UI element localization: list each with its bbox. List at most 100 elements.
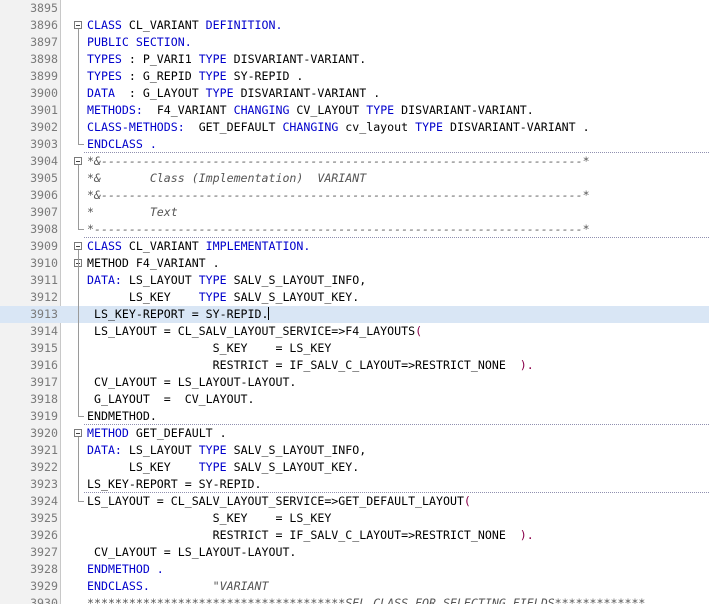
code-line[interactable]: 3918 G_LAYOUT = CV_LAYOUT.: [0, 391, 709, 408]
code-line-current[interactable]: 3913 LS_KEY-REPORT = SY-REPID.: [0, 306, 709, 323]
code-line[interactable]: 3906 *&----------------------------------…: [0, 187, 709, 204]
code-token: LS_LAYOUT: [128, 273, 199, 287]
code-line[interactable]: 3928 ENDMETHOD .: [0, 561, 709, 578]
code-line[interactable]: 3916 RESTRICT = IF_SALV_C_LAYOUT=>RESTRI…: [0, 357, 709, 374]
line-number: 3913: [30, 307, 58, 321]
code-line[interactable]: 3912 LS_KEY TYPE SALV_S_LAYOUT_KEY.: [0, 289, 709, 306]
code-line[interactable]: 3922 LS_KEY TYPE SALV_S_LAYOUT_KEY.: [0, 459, 709, 476]
code-text[interactable]: ENDMETHOD.: [87, 408, 157, 425]
code-line[interactable]: 3905 *& Class (Implementation) VARIANT: [0, 170, 709, 187]
code-text[interactable]: RESTRICT = IF_SALV_C_LAYOUT=>RESTRICT_NO…: [87, 357, 534, 374]
code-line[interactable]: 3920 METHOD GET_DEFAULT .: [0, 425, 709, 442]
code-line[interactable]: 3901 METHODS: F4_VARIANT CHANGING CV_LAYO…: [0, 102, 709, 119]
code-text[interactable]: PUBLIC SECTION.: [87, 34, 192, 51]
code-token: LS_KEY: [87, 290, 199, 304]
code-text[interactable]: * Text: [87, 204, 178, 221]
code-line[interactable]: 3900 DATA : G_LAYOUT TYPE DISVARIANT-VARI…: [0, 85, 709, 102]
code-text[interactable]: LS_KEY-REPORT = SY-REPID.: [87, 476, 262, 493]
code-text[interactable]: CV_LAYOUT = LS_LAYOUT-LAYOUT.: [87, 544, 296, 561]
code-text[interactable]: ENDCLASS .: [87, 136, 157, 153]
code-text[interactable]: S_KEY = LS_KEY: [87, 510, 332, 527]
fold-guide: [78, 29, 79, 144]
code-line[interactable]: 3896 CLASS CL_VARIANT DEFINITION.: [0, 17, 709, 34]
code-line[interactable]: 3897 PUBLIC SECTION.: [0, 34, 709, 51]
code-line[interactable]: 3927 CV_LAYOUT = LS_LAYOUT-LAYOUT.: [0, 544, 709, 561]
code-text[interactable]: CLASS-METHODS: GET_DEFAULT CHANGING cv_l…: [87, 119, 590, 136]
comment-token: *---------------------------------------…: [87, 222, 590, 236]
line-number: 3902: [30, 120, 58, 134]
code-token: ENDMETHOD.: [87, 409, 157, 423]
comment-token: *&--------------------------------------…: [87, 188, 590, 202]
code-line[interactable]: 3929 ENDCLASS. "VARIANT: [0, 578, 709, 595]
code-line[interactable]: 3898 TYPES : P_VARI1 TYPE DISVARIANT-VARI…: [0, 51, 709, 68]
code-text[interactable]: CLASS CL_VARIANT IMPLEMENTATION.: [87, 238, 310, 255]
fold-guide-end: [78, 501, 84, 502]
code-line[interactable]: 3909 CLASS CL_VARIANT IMPLEMENTATION.: [0, 238, 709, 255]
code-text[interactable]: ENDMETHOD .: [87, 561, 164, 578]
code-line[interactable]: 3903 ENDCLASS .: [0, 136, 709, 153]
fold-minus-icon[interactable]: [74, 429, 82, 437]
code-line[interactable]: 3902 CLASS-METHODS: GET_DEFAULT CHANGING …: [0, 119, 709, 136]
code-line[interactable]: 3910 METHOD F4_VARIANT .: [0, 255, 709, 272]
code-line[interactable]: 3911 DATA: LS_LAYOUT TYPE SALV_S_LAYOUT_I…: [0, 272, 709, 289]
comment-token: * Text: [87, 205, 178, 219]
code-line[interactable]: 3921 DATA: LS_LAYOUT TYPE SALV_S_LAYOUT_I…: [0, 442, 709, 459]
keyword-token: TYPE: [198, 273, 234, 287]
code-text[interactable]: DATA : G_LAYOUT TYPE DISVARIANT-VARIANT …: [87, 85, 380, 102]
block-separator: [84, 152, 709, 153]
code-token: SALV_S_LAYOUT_KEY.: [233, 290, 360, 304]
code-text[interactable]: METHODS: F4_VARIANT CHANGING CV_LAYOUT T…: [87, 102, 534, 119]
code-token: CL_VARIANT: [128, 18, 206, 32]
fold-minus-icon[interactable]: [74, 242, 82, 250]
code-line[interactable]: 3908 *-----------------------------------…: [0, 221, 709, 238]
code-text[interactable]: *& Class (Implementation) VARIANT: [87, 170, 366, 187]
code-line[interactable]: 3925 S_KEY = LS_KEY: [0, 510, 709, 527]
code-text[interactable]: CV_LAYOUT = LS_LAYOUT-LAYOUT.: [87, 374, 296, 391]
code-text[interactable]: DATA: LS_LAYOUT TYPE SALV_S_LAYOUT_INFO,: [87, 442, 366, 459]
line-number: 3911: [30, 273, 58, 287]
code-line[interactable]: 3924 LS_LAYOUT = CL_SALV_LAYOUT_SERVICE=>…: [0, 493, 709, 510]
line-number: 3905: [30, 171, 58, 185]
code-text[interactable]: TYPES : P_VARI1 TYPE DISVARIANT-VARIANT.: [87, 51, 366, 68]
code-text[interactable]: *---------------------------------------…: [87, 221, 590, 238]
keyword-token: ENDCLASS.: [87, 579, 213, 593]
code-line[interactable]: 3919 ENDMETHOD.: [0, 408, 709, 425]
code-line[interactable]: 3917 CV_LAYOUT = LS_LAYOUT-LAYOUT.: [0, 374, 709, 391]
code-text[interactable]: *&--------------------------------------…: [87, 153, 590, 170]
line-number: 3920: [30, 426, 58, 440]
code-text[interactable]: CLASS CL_VARIANT DEFINITION.: [87, 17, 282, 34]
code-line[interactable]: 3904 *&----------------------------------…: [0, 153, 709, 170]
code-text[interactable]: *&--------------------------------------…: [87, 187, 590, 204]
code-line[interactable]: 3923 LS_KEY-REPORT = SY-REPID.: [0, 476, 709, 493]
code-line[interactable]: 3907 * Text: [0, 204, 709, 221]
line-number: 3921: [30, 443, 58, 457]
code-text[interactable]: METHOD F4_VARIANT .: [87, 255, 220, 272]
code-line[interactable]: 3930 ************************************…: [0, 595, 709, 604]
code-text[interactable]: *************************************SEL…: [87, 595, 645, 604]
code-line[interactable]: 3899 TYPES : G_REPID TYPE SY-REPID .: [0, 68, 709, 85]
code-text[interactable]: RESTRICT = IF_SALV_C_LAYOUT=>RESTRICT_NO…: [87, 527, 534, 544]
code-text[interactable]: G_LAYOUT = CV_LAYOUT.: [87, 391, 255, 408]
keyword-token: METHODS:: [87, 103, 157, 117]
code-text[interactable]: LS_KEY-REPORT = SY-REPID.: [87, 306, 270, 323]
code-text[interactable]: LS_KEY TYPE SALV_S_LAYOUT_KEY.: [87, 459, 359, 476]
keyword-token: CLASS: [87, 18, 129, 32]
code-text[interactable]: LS_LAYOUT = CL_SALV_LAYOUT_SERVICE=>GET_…: [87, 493, 471, 510]
code-token: SALV_S_LAYOUT_INFO,: [233, 443, 367, 457]
code-text[interactable]: S_KEY = LS_KEY: [87, 340, 332, 357]
code-line[interactable]: 3926 RESTRICT = IF_SALV_C_LAYOUT=>RESTRI…: [0, 527, 709, 544]
keyword-token: DATA:: [87, 273, 129, 287]
code-text[interactable]: METHOD GET_DEFAULT .: [87, 425, 227, 442]
code-line[interactable]: 3915 S_KEY = LS_KEY: [0, 340, 709, 357]
code-text[interactable]: ENDCLASS. "VARIANT: [87, 578, 268, 595]
code-editor[interactable]: 3895 3896 CLASS CL_VARIANT DEFINITION. 3897…: [0, 0, 709, 604]
block-separator: [84, 492, 709, 493]
fold-minus-icon[interactable]: [74, 157, 82, 165]
code-text[interactable]: LS_KEY TYPE SALV_S_LAYOUT_KEY.: [87, 289, 359, 306]
fold-minus-icon[interactable]: [74, 21, 82, 29]
code-line[interactable]: 3895: [0, 0, 709, 17]
code-line[interactable]: 3914 LS_LAYOUT = CL_SALV_LAYOUT_SERVICE=…: [0, 323, 709, 340]
code-text[interactable]: TYPES : G_REPID TYPE SY-REPID .: [87, 68, 303, 85]
code-text[interactable]: LS_LAYOUT = CL_SALV_LAYOUT_SERVICE=>F4_L…: [87, 323, 422, 340]
code-text[interactable]: DATA: LS_LAYOUT TYPE SALV_S_LAYOUT_INFO,: [87, 272, 366, 289]
